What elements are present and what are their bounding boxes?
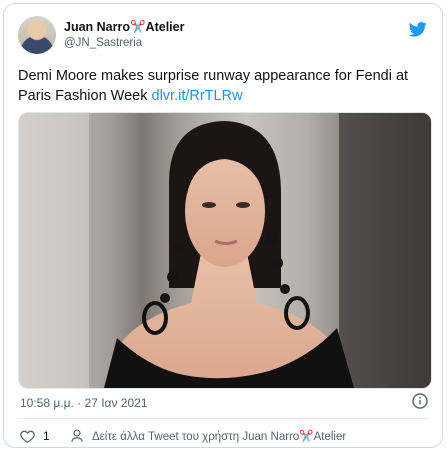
author-block[interactable]: Juan Narro✂️Atelier @JN_Sastreria [64,19,184,51]
user-icon [71,429,83,442]
tweet-card[interactable]: Juan Narro✂️Atelier @JN_Sastreria Demi M… [3,3,443,448]
twitter-bird-icon[interactable] [408,20,428,38]
tweet-header: Juan Narro✂️Atelier @JN_Sastreria [18,16,428,60]
more-tweets-link[interactable]: Δείτε άλλα Tweet του χρήστη Juan Narro✂️… [70,429,346,443]
tweet-timestamp[interactable]: 10:58 μ.μ. · 27 Ιαν 2021 [20,396,148,410]
author-display-name[interactable]: Juan Narro✂️Atelier [64,19,184,35]
divider [18,418,428,419]
tweet-link[interactable]: dlvr.it/RrTLRw [152,88,243,104]
like-count: 1 [43,429,50,443]
author-handle[interactable]: @JN_Sastreria [64,35,184,51]
tweet-actions: 1 Δείτε άλλα Tweet του χρήστη Juan Narro… [20,429,428,445]
avatar[interactable] [18,16,56,54]
runway-photo [19,113,431,388]
heart-icon [20,430,35,443]
like-button[interactable]: 1 [20,429,50,443]
tweet-text: Demi Moore makes surprise runway appeara… [18,66,428,106]
info-icon[interactable] [412,393,428,409]
tweet-photo[interactable] [18,112,432,389]
more-tweets-label: Δείτε άλλα Tweet του χρήστη Juan Narro✂️… [92,431,347,443]
